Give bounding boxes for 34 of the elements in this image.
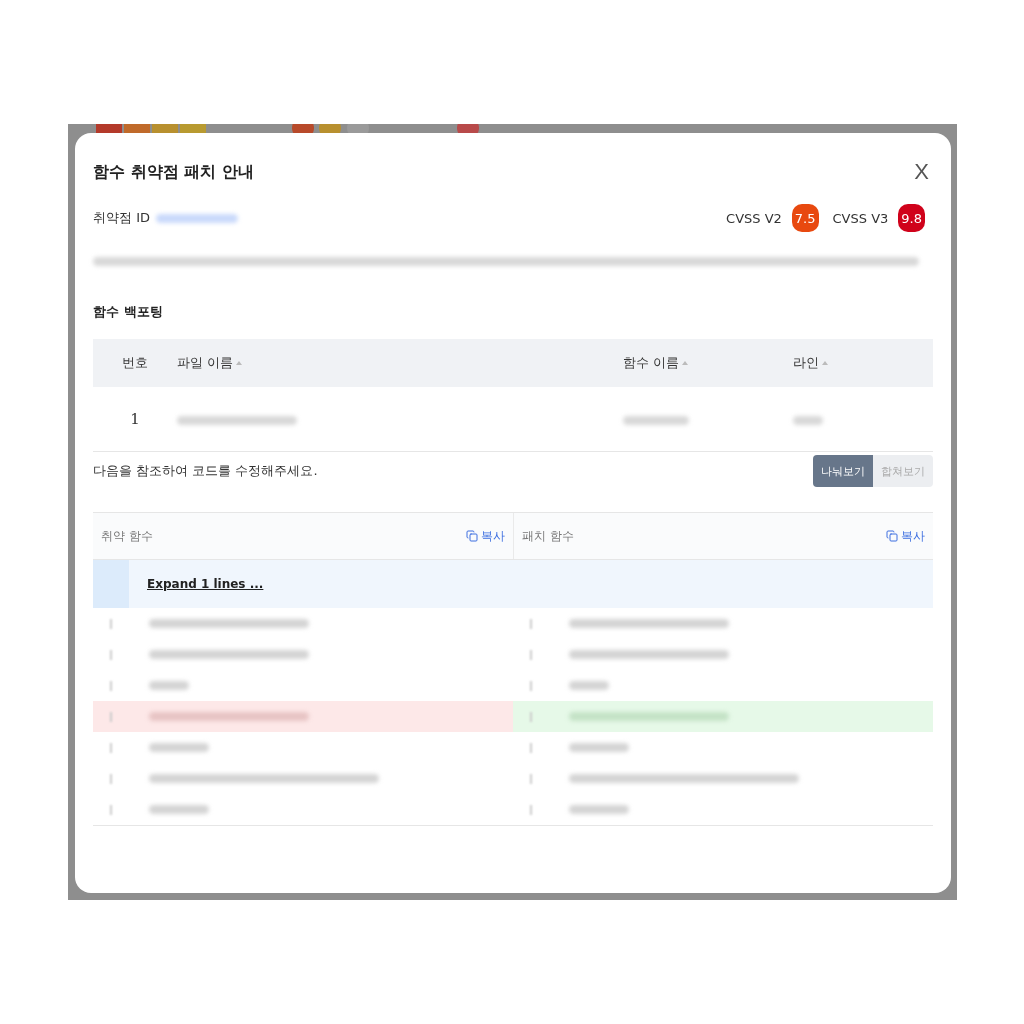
redacted-code — [149, 805, 209, 814]
view-toggle-button[interactable]: 나눠보기 — [813, 455, 873, 487]
sort-icon — [236, 360, 243, 366]
copy-icon — [466, 530, 478, 542]
redacted-code — [149, 743, 209, 752]
score-badge: 9.8 — [898, 204, 925, 232]
instruction-text: 다음을 참조하여 코드를 수정해주세요. — [93, 462, 318, 480]
redacted-code — [149, 681, 189, 690]
sort-icon — [822, 360, 828, 366]
sort-icon — [682, 360, 689, 366]
expand-gutter — [93, 560, 129, 608]
redacted-cell — [623, 415, 689, 425]
column-header[interactable]: 파일 이름 — [177, 354, 623, 372]
table-cell-text: 1 — [129, 410, 141, 428]
column-header[interactable]: 함수 이름 — [623, 354, 793, 372]
redacted-code — [569, 805, 629, 814]
copy-icon — [886, 530, 898, 542]
redacted-code — [569, 743, 629, 752]
column-header: 번호 — [121, 354, 149, 372]
copy-button[interactable]: 복사 — [464, 525, 507, 547]
pane-title: 취약 함수 — [101, 527, 153, 545]
section-title: 함수 백포팅 — [93, 303, 164, 321]
vulnerability-id-label: 취약점 ID — [93, 209, 150, 227]
pane-title: 패치 함수 — [522, 527, 574, 545]
column-header[interactable]: 라인 — [793, 354, 933, 372]
score-badge: 7.5 — [791, 204, 819, 232]
cvss-label: CVSS V2 — [726, 210, 782, 226]
redacted-code — [569, 681, 609, 690]
copy-button[interactable]: 복사 — [884, 525, 927, 547]
redacted-cell — [793, 415, 823, 425]
dialog-title: 함수 취약점 패치 안내 — [93, 161, 254, 183]
cvss-label: CVSS V3 — [832, 210, 889, 226]
close-button[interactable]: X — [910, 159, 933, 185]
expand-link[interactable]: Expand 1 lines ... — [147, 577, 264, 591]
